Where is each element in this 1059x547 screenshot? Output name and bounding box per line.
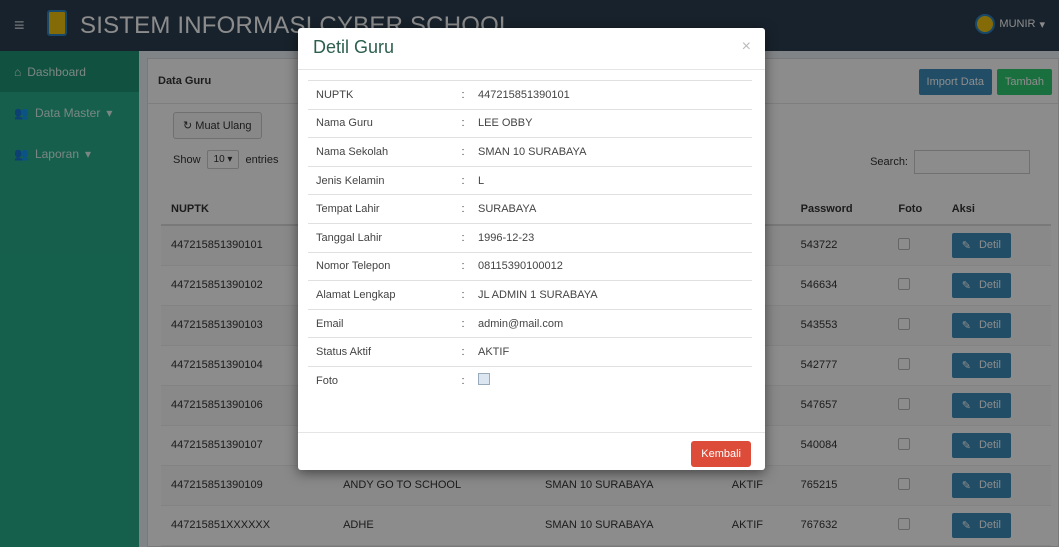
detail-separator: : [448, 280, 478, 310]
detail-value: 447215851390101 [478, 80, 752, 110]
detail-row: NUPTK:447215851390101 [308, 80, 752, 110]
detail-value: LEE OBBY [478, 108, 752, 138]
detail-row: Tempat Lahir: SURABAYA [308, 194, 752, 224]
detail-row: Status Aktif: AKTIF [308, 337, 752, 367]
divider [298, 69, 765, 70]
detail-row: Nomor Telepon:08115390100012 [308, 251, 752, 281]
detail-row: Alamat Lengkap: JL ADMIN 1 SURABAYA [308, 280, 752, 310]
detail-separator: : [448, 251, 478, 281]
detail-row: Foto: [308, 365, 752, 396]
detail-separator: : [448, 194, 478, 224]
detail-row: Email: admin@mail.com [308, 308, 752, 338]
detail-separator: : [448, 308, 478, 338]
divider [298, 432, 765, 433]
detail-separator: : [448, 80, 478, 110]
detail-modal: Detil Guru × NUPTK:447215851390101 Nama G… [298, 28, 765, 470]
detail-row: Jenis Kelamin: L [308, 165, 752, 195]
detail-value: AKTIF [478, 337, 752, 367]
detail-label: Nomor Telepon [308, 251, 448, 281]
detail-row: Nama Sekolah: SMAN 10 SURABAYA [308, 137, 752, 167]
detail-label: Tempat Lahir [308, 194, 448, 224]
detail-value: 08115390100012 [478, 251, 752, 281]
detail-separator: : [448, 365, 478, 396]
detail-separator: : [448, 222, 478, 253]
detail-label: Foto [308, 365, 448, 396]
detail-label: NUPTK [308, 80, 448, 110]
detail-label: Nama Guru [308, 108, 448, 138]
kembali-button[interactable]: Kembali [691, 441, 751, 467]
detail-value: SMAN 10 SURABAYA [478, 137, 752, 167]
detail-value [478, 365, 752, 396]
detail-value: 1996-12-23 [478, 222, 752, 253]
broken-image-icon [478, 373, 490, 386]
detail-value: admin@mail.com [478, 308, 752, 338]
close-icon[interactable]: × [742, 38, 751, 56]
detail-table: NUPTK:447215851390101 Nama Guru: LEE OBBY N… [308, 80, 752, 396]
detail-separator: : [448, 108, 478, 138]
detail-value: JL ADMIN 1 SURABAYA [478, 280, 752, 310]
detail-label: Jenis Kelamin [308, 165, 448, 195]
detail-label: Email [308, 308, 448, 338]
detail-label: Alamat Lengkap [308, 280, 448, 310]
detail-label: Status Aktif [308, 337, 448, 367]
detail-separator: : [448, 137, 478, 167]
modal-title: Detil Guru [313, 37, 395, 57]
detail-row: Tanggal Lahir:1996-12-23 [308, 222, 752, 253]
detail-separator: : [448, 337, 478, 367]
detail-value: L [478, 165, 752, 195]
detail-label: Nama Sekolah [308, 137, 448, 167]
detail-separator: : [448, 165, 478, 195]
detail-value: SURABAYA [478, 194, 752, 224]
detail-label: Tanggal Lahir [308, 222, 448, 253]
detail-row: Nama Guru: LEE OBBY [308, 108, 752, 138]
